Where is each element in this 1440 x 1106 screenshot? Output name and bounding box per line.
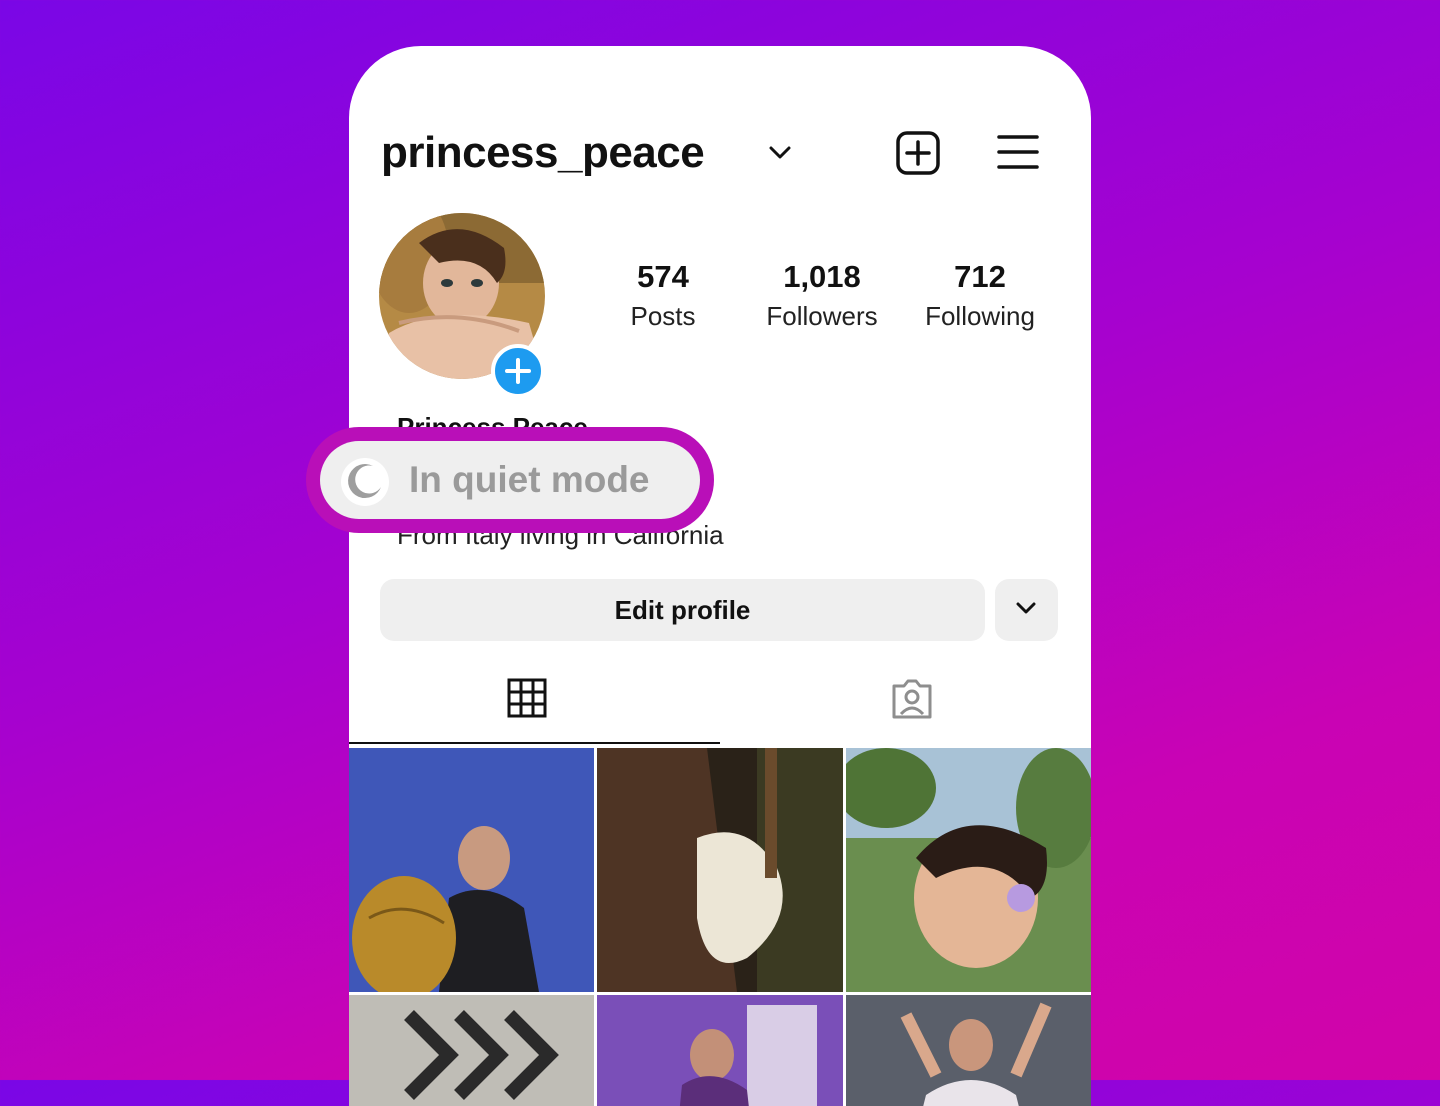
- plus-circle-icon: [505, 358, 531, 384]
- username[interactable]: princess_peace: [381, 130, 705, 176]
- posts-count[interactable]: 574 Posts: [583, 258, 743, 336]
- add-story-button[interactable]: [491, 344, 545, 398]
- post-thumbnail[interactable]: [597, 748, 843, 992]
- moon-icon: [340, 457, 390, 512]
- post-thumbnail[interactable]: [349, 748, 594, 992]
- person-tag-icon: [892, 679, 932, 719]
- post-thumbnail[interactable]: [846, 748, 1091, 992]
- edit-profile-button[interactable]: Edit profile: [380, 579, 985, 641]
- plus-square-icon[interactable]: [895, 130, 941, 181]
- followers-count[interactable]: 1,018 Followers: [742, 258, 902, 336]
- posts-label: Posts: [630, 301, 696, 331]
- post-thumbnail[interactable]: [597, 995, 843, 1106]
- followers-label: Followers: [766, 301, 878, 331]
- chevron-down-icon: [1016, 602, 1036, 614]
- tab-posts-grid[interactable]: [349, 656, 720, 746]
- quiet-mode-badge[interactable]: In quiet mode: [320, 441, 700, 519]
- following-count[interactable]: 712 Following: [900, 258, 1060, 336]
- quiet-mode-label: In quiet mode: [409, 459, 650, 500]
- post-thumbnail[interactable]: [846, 995, 1091, 1106]
- suggestions-dropdown-button[interactable]: [995, 579, 1058, 641]
- chevron-down-icon[interactable]: [769, 146, 791, 165]
- top-bar: princess_peace: [381, 130, 1059, 176]
- followers-value: 1,018: [783, 259, 861, 294]
- tab-tagged[interactable]: [720, 656, 1091, 746]
- following-label: Following: [925, 301, 1035, 331]
- profile-screen: princess_peace 574 Posts 1,018 Followers…: [349, 46, 1091, 1106]
- quiet-mode-status-highlight: In quiet mode: [306, 427, 714, 533]
- grid-icon: [507, 678, 547, 718]
- post-thumbnail[interactable]: [349, 995, 594, 1106]
- following-value: 712: [954, 259, 1006, 294]
- posts-value: 574: [637, 259, 689, 294]
- active-tab-indicator: [349, 742, 720, 744]
- hamburger-menu-icon[interactable]: [997, 132, 1039, 177]
